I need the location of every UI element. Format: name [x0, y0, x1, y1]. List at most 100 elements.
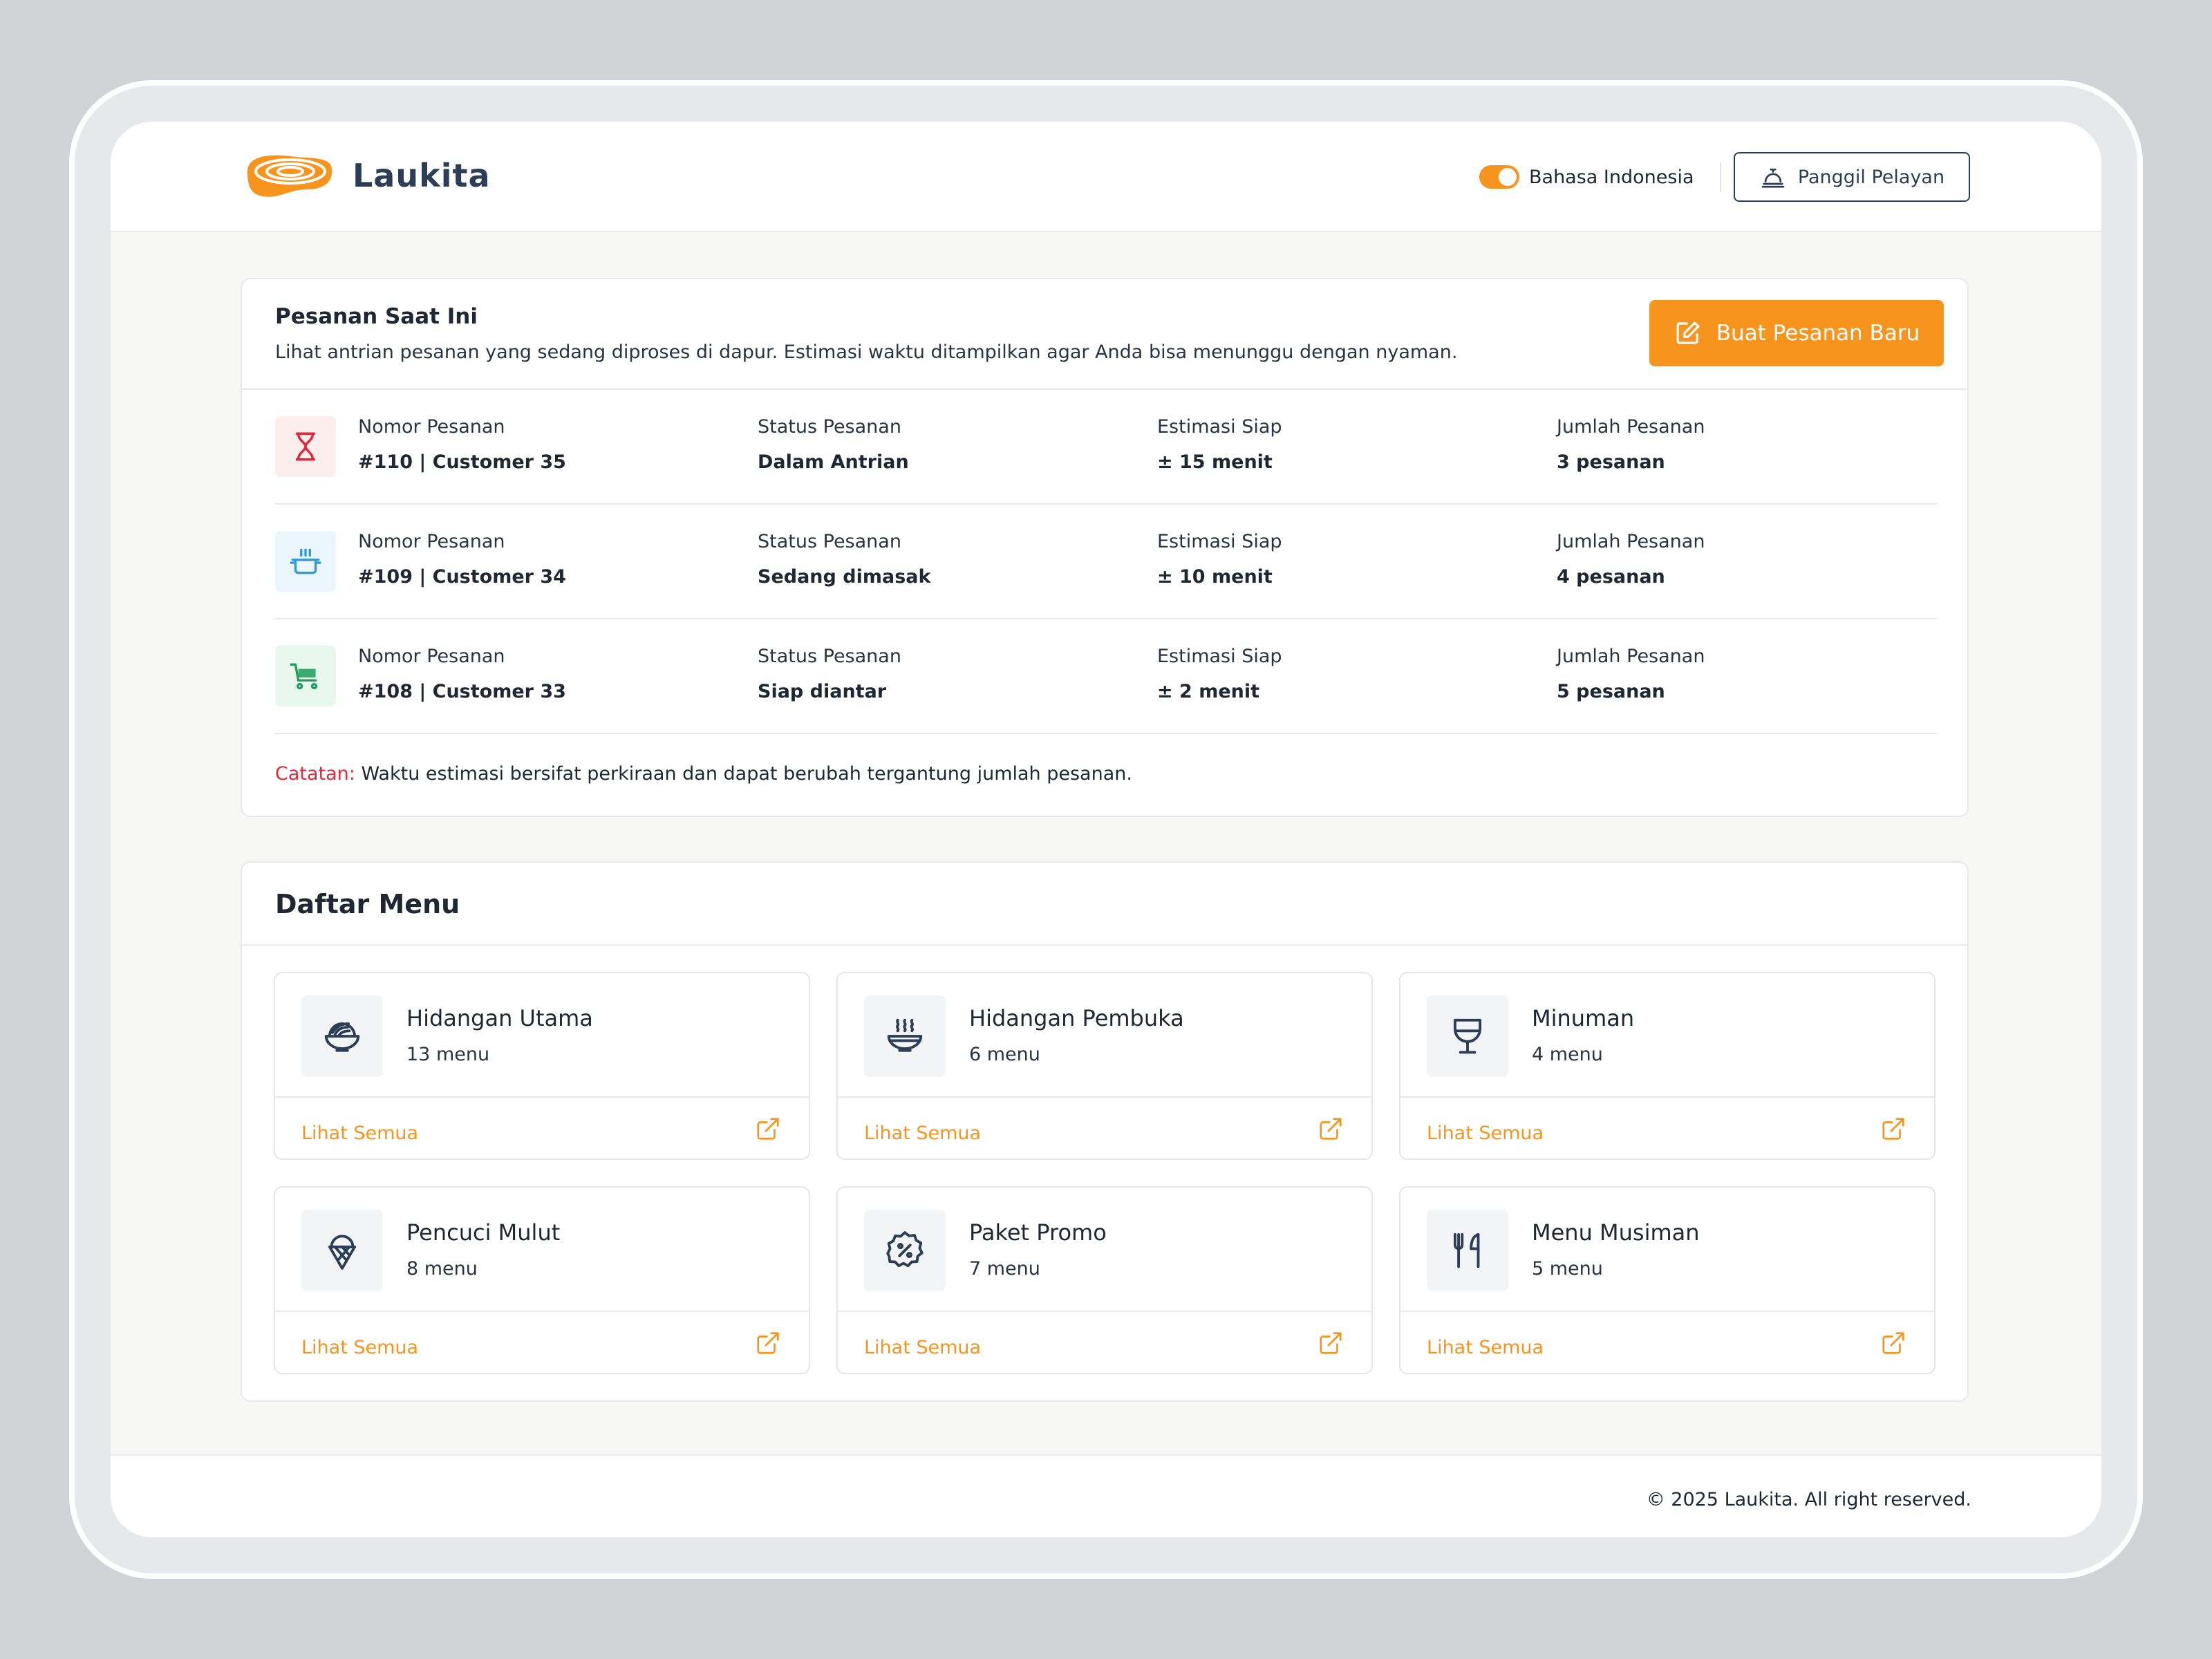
language-switch[interactable]: Bahasa Indonesia [1479, 163, 1694, 191]
view-all-link[interactable]: Lihat Semua [864, 1337, 981, 1358]
view-all-link[interactable]: Lihat Semua [301, 1123, 418, 1144]
orders-subtitle: Lihat antrian pesanan yang sedang dipros… [275, 341, 1458, 363]
menu-category-body: Hidangan Utama 13 menu [275, 973, 809, 1098]
order-eta-value: ± 2 menit [1157, 681, 1260, 702]
order-eta-label: Estimasi Siap [1157, 531, 1282, 552]
external-link-icon[interactable] [1880, 1330, 1906, 1356]
menu-category-name: Menu Musiman [1532, 1219, 1700, 1246]
order-status-cell: Status Pesanan Siap diantar [758, 646, 901, 702]
order-count-value: 4 pesanan [1557, 566, 1665, 588]
brand-logo[interactable]: Laukita [241, 151, 491, 200]
order-number-label: Nomor Pesanan [358, 531, 505, 552]
menu-category-count: 8 menu [406, 1258, 478, 1280]
view-all-link[interactable]: Lihat Semua [1427, 1337, 1544, 1358]
laukita-logo-icon [247, 155, 332, 197]
menu-category-body: Hidangan Pembuka 6 menu [838, 973, 1371, 1098]
menu-category-card[interactable]: Menu Musiman 5 menu Lihat Semua [1399, 1186, 1936, 1374]
order-row[interactable]: Nomor Pesanan #109 | Customer 34 Status … [275, 505, 1937, 619]
order-count-label: Jumlah Pesanan [1557, 531, 1705, 552]
soup-bowl-icon [887, 1018, 923, 1052]
order-status-cell: Status Pesanan Dalam Antrian [758, 416, 909, 473]
order-row[interactable]: Nomor Pesanan #110 | Customer 35 Status … [275, 390, 1937, 505]
order-eta-value: ± 15 menit [1157, 451, 1273, 473]
order-status-value: Siap diantar [758, 681, 887, 702]
menu-category-body: Minuman 4 menu [1400, 973, 1934, 1098]
noodle-bowl-icon [324, 1022, 360, 1052]
external-link-icon[interactable] [1318, 1330, 1344, 1356]
menu-category-card[interactable]: Hidangan Pembuka 6 menu Lihat Semua [836, 972, 1373, 1160]
cooking-pot-icon [290, 548, 321, 574]
current-orders-card: Pesanan Saat Ini Lihat antrian pesanan y… [241, 278, 1969, 817]
order-count-cell: Jumlah Pesanan 5 pesanan [1557, 646, 1705, 702]
order-number-cell: Nomor Pesanan #109 | Customer 34 [358, 531, 566, 588]
menu-category-name: Hidangan Utama [406, 1005, 593, 1031]
orders-title: Pesanan Saat Ini [275, 304, 478, 329]
menu-category-body: Pencuci Mulut 8 menu [275, 1188, 809, 1312]
wine-glass-icon [1453, 1018, 1482, 1054]
call-waiter-label: Panggil Pelayan [1797, 166, 1945, 188]
menu-category-card[interactable]: Minuman 4 menu Lihat Semua [1399, 972, 1936, 1160]
menu-category-name: Minuman [1532, 1005, 1635, 1031]
brand-name: Laukita [353, 157, 491, 194]
menu-category-body: Menu Musiman 5 menu [1400, 1188, 1934, 1312]
menu-category-count: 7 menu [969, 1258, 1040, 1280]
order-count-value: 3 pesanan [1557, 451, 1665, 473]
order-eta-cell: Estimasi Siap ± 2 menit [1157, 646, 1282, 702]
order-status-cell: Status Pesanan Sedang dimasak [758, 531, 930, 588]
note-text: Waktu estimasi bersifat perkiraan dan da… [355, 763, 1132, 785]
menu-category-icon-box [864, 995, 946, 1077]
edit-icon [1676, 321, 1700, 344]
external-link-icon[interactable] [1318, 1116, 1344, 1142]
view-all-link[interactable]: Lihat Semua [864, 1123, 981, 1144]
order-status-label: Status Pesanan [758, 646, 901, 667]
external-link-icon[interactable] [755, 1116, 781, 1142]
menu-list-card: Daftar Menu Hidangan Utama 13 menu Lihat… [241, 861, 1969, 1402]
menu-title: Daftar Menu [275, 889, 460, 919]
order-row[interactable]: Nomor Pesanan #108 | Customer 33 Status … [275, 619, 1937, 734]
orders-header: Pesanan Saat Ini Lihat antrian pesanan y… [242, 279, 1967, 390]
orders-note: Catatan: Waktu estimasi bersifat perkira… [275, 763, 1132, 785]
menu-category-body: Paket Promo 7 menu [838, 1188, 1371, 1312]
menu-category-name: Hidangan Pembuka [969, 1005, 1184, 1031]
language-toggle[interactable] [1479, 165, 1519, 189]
order-number-value: #109 | Customer 34 [358, 566, 566, 588]
hourglass-icon [295, 432, 316, 461]
order-status-label: Status Pesanan [758, 416, 901, 438]
order-number-label: Nomor Pesanan [358, 646, 505, 667]
menu-category-count: 6 menu [969, 1044, 1040, 1065]
order-number-value: #110 | Customer 35 [358, 451, 566, 473]
order-number-value: #108 | Customer 33 [358, 681, 566, 702]
menu-category-count: 5 menu [1532, 1258, 1603, 1280]
menu-category-icon-box [301, 995, 383, 1077]
external-link-icon[interactable] [1880, 1116, 1906, 1142]
order-status-value: Sedang dimasak [758, 566, 931, 588]
menu-header: Daftar Menu [242, 863, 1967, 946]
order-status-icon-box [275, 646, 336, 706]
tablet-frame: Laukita Bahasa Indonesia Panggil Pelayan… [69, 80, 2143, 1579]
order-eta-cell: Estimasi Siap ± 10 menit [1157, 531, 1282, 588]
menu-category-card[interactable]: Paket Promo 7 menu Lihat Semua [836, 1186, 1373, 1374]
order-number-cell: Nomor Pesanan #110 | Customer 35 [358, 416, 566, 473]
order-eta-cell: Estimasi Siap ± 15 menit [1157, 416, 1282, 473]
app-screen: Laukita Bahasa Indonesia Panggil Pelayan… [111, 122, 2101, 1537]
call-waiter-button[interactable]: Panggil Pelayan [1734, 152, 1970, 202]
order-number-cell: Nomor Pesanan #108 | Customer 33 [358, 646, 566, 702]
menu-category-name: Pencuci Mulut [406, 1219, 561, 1246]
menu-category-card[interactable]: Pencuci Mulut 8 menu Lihat Semua [274, 1186, 810, 1374]
menu-category-icon-box [1427, 995, 1508, 1077]
order-status-value: Dalam Antrian [758, 451, 909, 473]
order-eta-label: Estimasi Siap [1157, 646, 1282, 667]
menu-category-card[interactable]: Hidangan Utama 13 menu Lihat Semua [274, 972, 810, 1160]
menu-category-icon-box [1427, 1210, 1508, 1291]
view-all-link[interactable]: Lihat Semua [301, 1337, 418, 1358]
order-count-cell: Jumlah Pesanan 3 pesanan [1557, 416, 1705, 473]
view-all-link[interactable]: Lihat Semua [1427, 1123, 1544, 1144]
cart-icon [290, 663, 318, 690]
external-link-icon[interactable] [755, 1330, 781, 1356]
order-count-label: Jumlah Pesanan [1557, 416, 1705, 438]
new-order-label: Buat Pesanan Baru [1716, 321, 1920, 346]
menu-category-icon-box [301, 1210, 383, 1291]
new-order-button[interactable]: Buat Pesanan Baru [1649, 300, 1944, 366]
order-status-icon-box [275, 531, 336, 592]
order-count-value: 5 pesanan [1557, 681, 1665, 702]
